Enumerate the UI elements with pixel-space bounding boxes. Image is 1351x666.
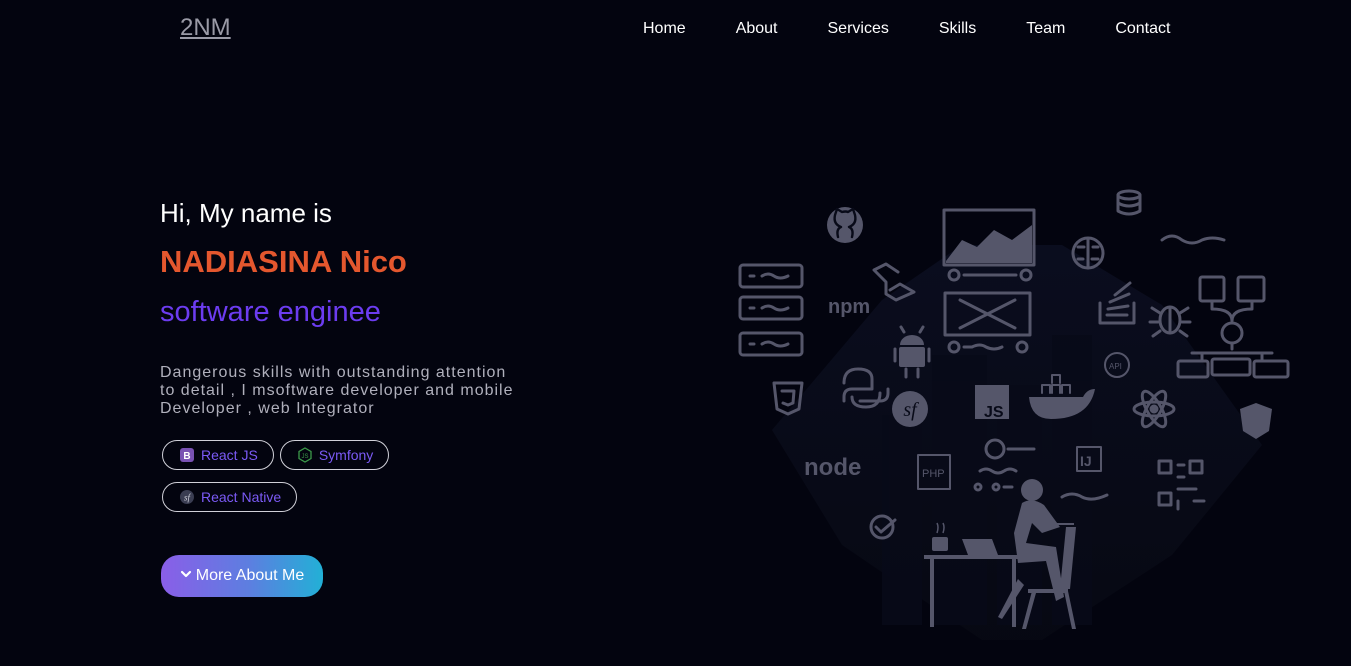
nodejs-icon: JS bbox=[297, 447, 313, 463]
php-label: PHP bbox=[922, 468, 945, 480]
chevron-down-icon bbox=[180, 567, 192, 585]
hero-description: Dangerous skills with outstanding attent… bbox=[160, 364, 514, 417]
main-nav: Home About Services Skills Team Contact bbox=[643, 19, 1170, 39]
nav-team[interactable]: Team bbox=[1026, 19, 1065, 39]
nav-skills[interactable]: Skills bbox=[939, 19, 976, 39]
cta-label: More About Me bbox=[195, 567, 305, 584]
more-about-me-button[interactable]: More About Me bbox=[161, 555, 323, 597]
node-label: node bbox=[804, 454, 861, 481]
bootstrap-icon: B bbox=[179, 447, 195, 463]
wave-line bbox=[1160, 234, 1226, 245]
tag-label: React Native bbox=[201, 489, 282, 505]
nav-contact[interactable]: Contact bbox=[1115, 19, 1170, 39]
nav-about[interactable]: About bbox=[736, 19, 778, 39]
server-list-icon bbox=[738, 263, 804, 357]
tag-symfony[interactable]: JS Symfony bbox=[279, 440, 390, 470]
database-icon bbox=[1116, 189, 1142, 216]
tag-react-js[interactable]: B React JS bbox=[162, 440, 274, 470]
brain-icon bbox=[1071, 236, 1105, 270]
tag-label: Symfony bbox=[318, 447, 374, 463]
symfony-icon: sf bbox=[179, 489, 195, 505]
tag-label: React JS bbox=[201, 447, 258, 463]
developer-illustration: npm node JS IJ PHP API sf bbox=[738, 189, 1290, 640]
github-icon bbox=[827, 207, 863, 243]
svg-text:JS: JS bbox=[301, 454, 308, 460]
tag-react-native[interactable]: sf React Native bbox=[162, 482, 298, 512]
svg-text:B: B bbox=[183, 451, 190, 462]
hero-section: Hi, My name is NADIASINA Nico software e… bbox=[160, 196, 580, 524]
hero-name: NADIASINA Nico bbox=[160, 244, 407, 279]
hero-greeting: Hi, My name is bbox=[160, 198, 332, 228]
nav-home[interactable]: Home bbox=[643, 19, 686, 39]
css3-icon bbox=[772, 381, 804, 416]
site-logo[interactable]: 2NM bbox=[180, 14, 231, 42]
js-label: JS bbox=[984, 404, 1004, 421]
hero-role: software enginee bbox=[160, 296, 381, 328]
skill-tags: B React JS JS Symfony sf React Native bbox=[160, 440, 420, 524]
npm-label: npm bbox=[828, 296, 870, 318]
hierarchy-icon bbox=[1176, 275, 1290, 379]
nav-services[interactable]: Services bbox=[828, 19, 889, 39]
api-label: API bbox=[1109, 362, 1122, 371]
ij-label: IJ bbox=[1080, 453, 1092, 469]
